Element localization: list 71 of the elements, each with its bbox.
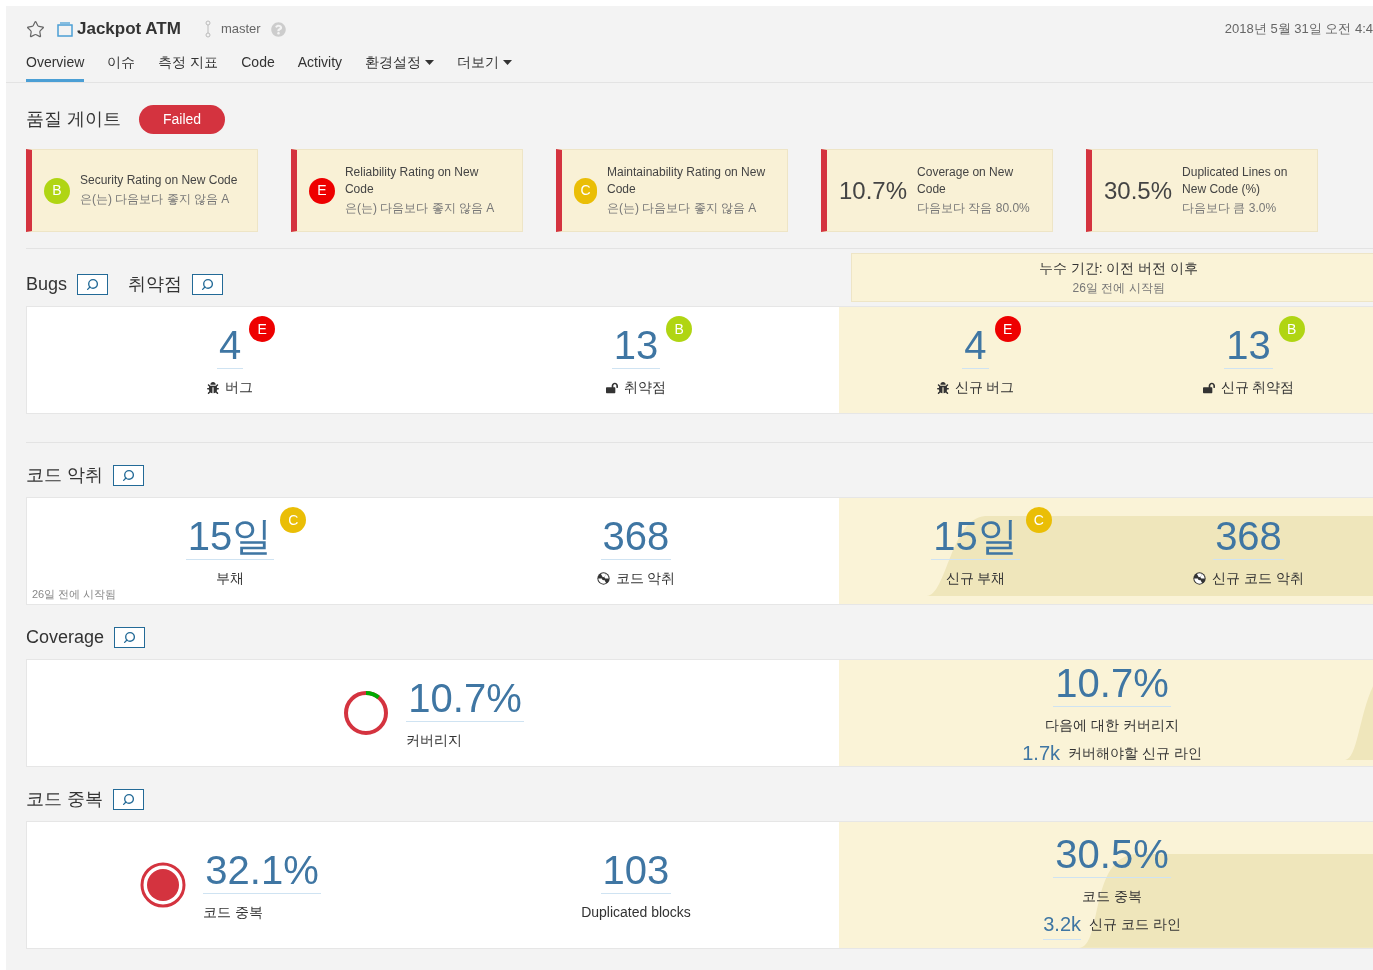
nav-tab[interactable]: Code [241, 52, 275, 82]
section-title: 코드 악취 [26, 463, 103, 487]
project-name[interactable]: Jackpot ATM [77, 16, 181, 42]
condition-threshold: 다음보다 작음 80.0% [917, 199, 1031, 217]
measure-label: 코드 중복 [203, 903, 264, 922]
rating-badge: E [309, 177, 335, 204]
rating-badge: E [994, 316, 1021, 342]
nav-tab[interactable]: 측정 지표 [158, 52, 219, 82]
condition-threshold: 은(는) 다음보다 좋지 않음 A [80, 191, 231, 208]
rating-badge: E [249, 316, 276, 342]
condition-label: Security Rating on New Code [80, 172, 238, 189]
rating-badge: B [44, 177, 70, 204]
measure-value[interactable]: 32.1% [203, 847, 321, 894]
measure-value[interactable]: 1.7k [1022, 738, 1060, 766]
rating-badge: C [574, 177, 597, 204]
leak-period-title: 누수 기간: 이전 버전 이후 [1038, 259, 1199, 278]
section-title: 코드 중복 [26, 787, 103, 811]
measure-label: 버그 [225, 378, 253, 397]
gate-status-badge: Failed [139, 104, 226, 134]
quality-gate-title: 품질 게이트 [26, 107, 121, 131]
measure-label: 신규 취약점 [1220, 378, 1295, 397]
measure-value[interactable]: 13 [611, 322, 661, 369]
condition-label: Reliability Rating on New Code [344, 163, 480, 198]
measure-value[interactable]: 368 [600, 513, 672, 560]
measure-value[interactable]: 10.7% [1053, 660, 1171, 707]
analysis-date: 2018년 5월 31일 오전 4:4 [1224, 20, 1373, 39]
section-title: Coverage [26, 625, 105, 649]
condition-threshold: 은(는) 다음보다 좋지 않음 A [607, 199, 758, 217]
rating-badge: C [280, 507, 307, 533]
condition-value: 30.5% [1104, 175, 1173, 206]
leak-period-subtitle: 26일 전에 시작됨 [1072, 280, 1165, 297]
measure-value[interactable]: 368 [1213, 513, 1284, 560]
measure-value[interactable]: 10.7% [406, 675, 524, 722]
condition-threshold: 다음보다 큼 3.0% [1182, 199, 1278, 217]
rating-badge: B [666, 316, 693, 342]
measure-value[interactable]: 103 [600, 847, 672, 894]
measure-value[interactable]: 13 [1224, 322, 1273, 369]
measure-label: 신규 코드 라인 [1089, 914, 1181, 934]
measure-value[interactable]: 4 [216, 322, 244, 369]
rating-badge: B [1278, 316, 1305, 342]
nav-tab[interactable]: Overview [26, 52, 85, 82]
measure-label: 커버해야할 신규 라인 [1068, 744, 1202, 763]
measure-label: 신규 코드 악취 [1212, 569, 1304, 588]
condition-label: Coverage on New Code [917, 163, 1015, 198]
measure-label: 부채 [216, 569, 244, 588]
condition-value: 10.7% [839, 175, 908, 206]
measure-value[interactable]: 30.5% [1053, 830, 1171, 878]
nav-tab[interactable]: Activity [297, 52, 343, 82]
measure-label: Duplicated blocks [581, 903, 691, 922]
condition-label: Maintainability Rating on New Code [607, 163, 767, 198]
measure-label: 커버리지 [406, 731, 463, 750]
measure-label: 다음에 대한 커버리지 [1045, 716, 1179, 735]
condition-threshold: 은(는) 다음보다 좋지 않음 A [344, 199, 496, 217]
branch-name: master [220, 20, 261, 39]
measure-value[interactable]: 15일 [185, 513, 275, 560]
measure-label: 신규 부채 [945, 569, 1006, 588]
measure-label: 코드 중복 [1082, 886, 1142, 906]
measure-label: 취약점 [624, 378, 666, 397]
measure-label: 신규 버그 [954, 378, 1015, 397]
nav-tab[interactable]: 환경설정 [365, 52, 435, 82]
period-note: 26일 전에 시작됨 [32, 586, 117, 602]
nav-tab[interactable]: 이슈 [107, 52, 136, 82]
measure-value[interactable]: 4 [962, 322, 989, 369]
rating-badge: C [1025, 507, 1052, 533]
measure-label: 코드 악취 [615, 569, 676, 588]
section-title: 취약점 [128, 272, 183, 296]
measure-value[interactable]: 15일 [931, 513, 1020, 560]
nav-tab[interactable]: 더보기 [457, 52, 513, 82]
measure-value[interactable]: 3.2k [1043, 908, 1081, 940]
section-title: Bugs [26, 272, 68, 296]
condition-label: Duplicated Lines on New Code (%) [1182, 163, 1289, 198]
